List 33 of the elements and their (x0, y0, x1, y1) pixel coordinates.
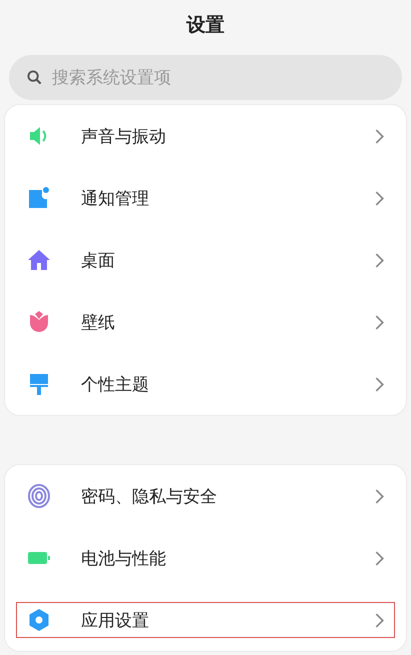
settings-item[interactable]: 电池与性能 (5, 527, 406, 589)
item-label: 应用设置 (81, 610, 150, 632)
item-label: 壁纸 (81, 312, 116, 334)
settings-item[interactable]: 声音与振动 (5, 105, 406, 167)
item-label: 个性主题 (81, 374, 150, 396)
chevron-icon (375, 376, 384, 392)
chevron-icon (375, 190, 384, 206)
settings-item[interactable]: 壁纸 (5, 291, 406, 353)
chevron-icon (375, 612, 384, 628)
item-label: 电池与性能 (81, 548, 167, 570)
tulip-icon (27, 310, 51, 334)
chevron-icon (375, 128, 384, 144)
settings-item[interactable]: 应用设置 (3, 589, 408, 651)
settings-item[interactable]: 个性主题 (5, 353, 406, 415)
chevron-icon (375, 314, 384, 330)
settings-item[interactable]: 密码、隐私与安全 (5, 465, 406, 527)
item-label: 通知管理 (81, 188, 150, 210)
notification-icon (27, 186, 51, 210)
chevron-icon (375, 252, 384, 268)
house-icon (27, 248, 51, 272)
gear-icon (27, 608, 51, 632)
item-label: 桌面 (81, 250, 116, 272)
paint-roller-icon (27, 372, 51, 396)
item-label: 密码、隐私与安全 (81, 486, 218, 508)
settings-item[interactable]: 通知管理 (5, 167, 406, 229)
item-label: 声音与振动 (81, 126, 167, 148)
fingerprint-icon (27, 484, 51, 508)
page-title: 设置 (185, 13, 226, 38)
chevron-icon (375, 550, 384, 566)
search-icon (27, 70, 42, 85)
chevron-icon (375, 488, 384, 504)
search-field[interactable]: 搜索系统设置项 (9, 55, 402, 100)
settings-item[interactable]: 桌面 (5, 229, 406, 291)
